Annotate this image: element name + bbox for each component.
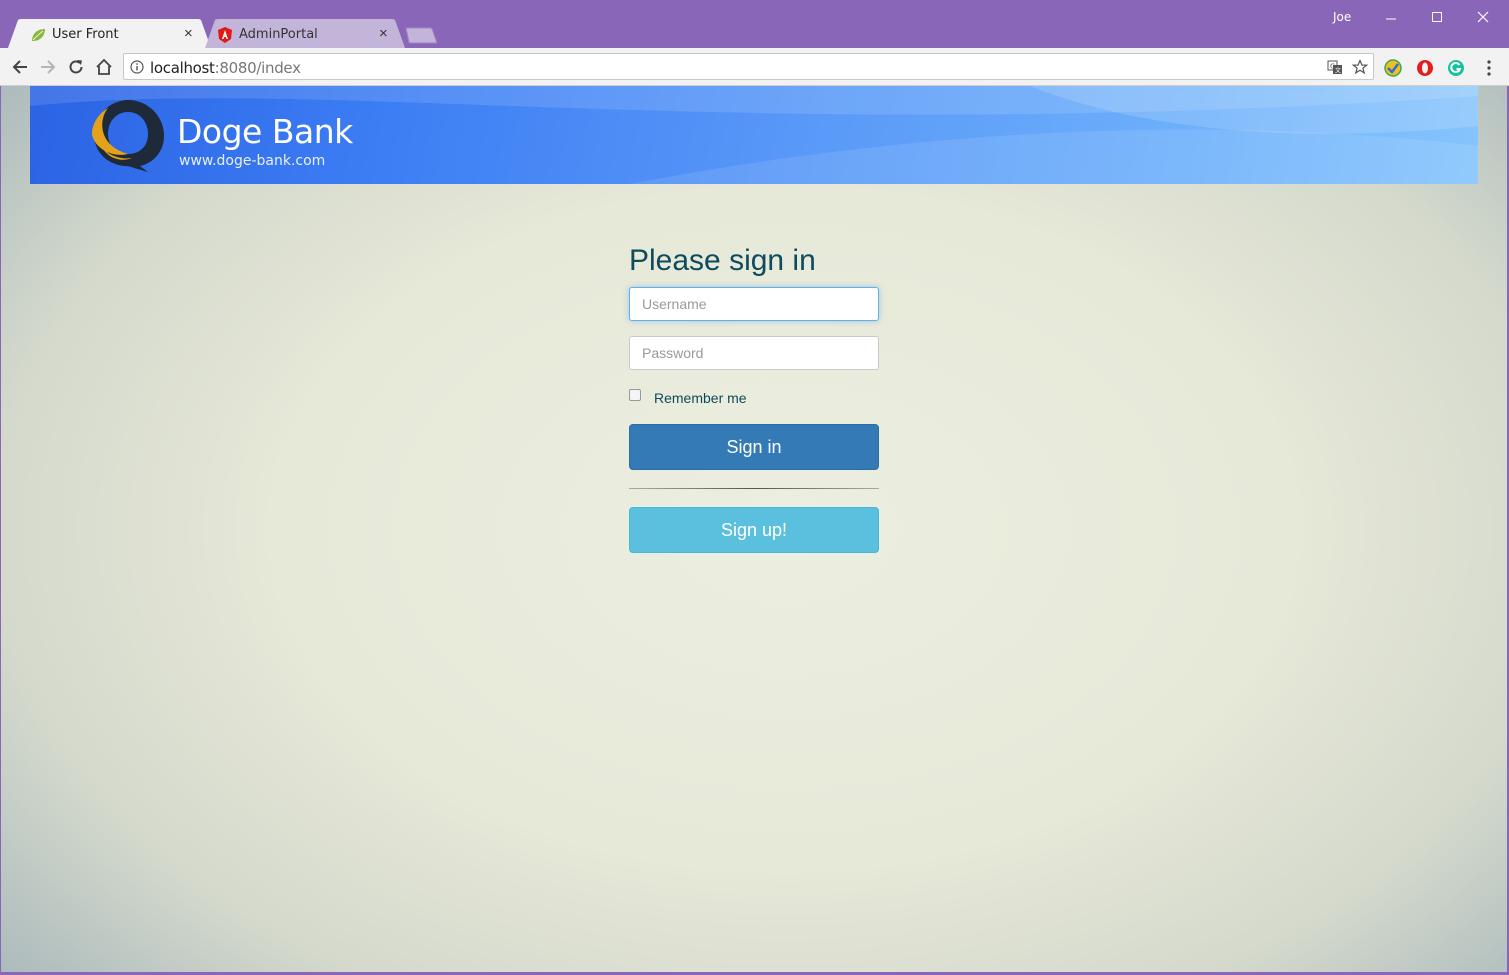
bookmark-star-icon[interactable] [1352,59,1368,75]
home-icon [96,58,112,75]
page-title: Please sign in [629,244,816,277]
url-host: localhost [150,59,215,77]
remember-me-checkbox[interactable] [629,389,641,401]
header-banner: Doge Bank www.doge-bank.com [30,86,1478,184]
remember-me-label[interactable]: Remember me [654,390,747,406]
translate-icon[interactable]: G文 [1327,59,1343,75]
grammarly-icon[interactable] [1447,59,1465,77]
url-text: localhost:8080/index [150,59,301,77]
back-button[interactable] [9,56,31,78]
tab-title: User Front [52,27,119,42]
arrow-right-icon [41,60,56,74]
menu-icon[interactable] [1480,59,1498,77]
profile-name[interactable]: Joe [1333,10,1351,24]
minimize-button[interactable] [1369,4,1413,30]
sign-up-button[interactable]: Sign up! [629,507,879,553]
sign-in-button[interactable]: Sign in [629,424,879,470]
extension-shield-icon[interactable] [1384,59,1402,77]
tab-close-button[interactable]: × [379,25,388,42]
login-form: Please sign in Remember me Sign in Sign … [629,241,879,553]
tab-admin-portal[interactable]: AdminPortal × [205,19,405,48]
reload-icon [69,60,83,74]
brand-name: Doge Bank [177,112,353,151]
home-button[interactable] [93,56,115,78]
brand-url: www.doge-bank.com [179,153,326,169]
info-icon[interactable] [130,60,144,74]
close-icon [1477,11,1489,23]
angular-icon [218,27,232,43]
window-close-button[interactable] [1461,4,1505,30]
new-tab-icon [405,27,438,44]
browser-titlebar: User Front × AdminPortal × Joe [0,0,1509,48]
address-bar[interactable]: localhost:8080/index G文 [123,53,1374,80]
reload-button[interactable] [65,56,87,78]
password-input[interactable] [629,336,879,370]
username-input[interactable] [629,287,879,321]
doge-bank-logo [92,100,164,172]
svg-text:文: 文 [1335,67,1341,75]
spring-leaf-icon [32,29,45,41]
tab-title: AdminPortal [239,27,318,42]
tab-user-front[interactable]: User Front × [8,19,211,48]
divider [629,488,879,489]
remember-me-row: Remember me [629,388,879,408]
maximize-icon [1432,12,1442,22]
new-tab-button[interactable] [400,19,440,48]
minimize-icon [1386,18,1396,20]
forward-button[interactable] [37,56,59,78]
page-viewport: Doge Bank www.doge-bank.com Please sign … [1,86,1507,972]
maximize-button[interactable] [1415,4,1459,30]
tab-close-button[interactable]: × [184,25,193,42]
opera-icon[interactable] [1416,59,1434,77]
url-path: :8080/index [214,59,301,77]
browser-toolbar: localhost:8080/index G文 [0,48,1509,86]
arrow-left-icon [12,60,27,74]
